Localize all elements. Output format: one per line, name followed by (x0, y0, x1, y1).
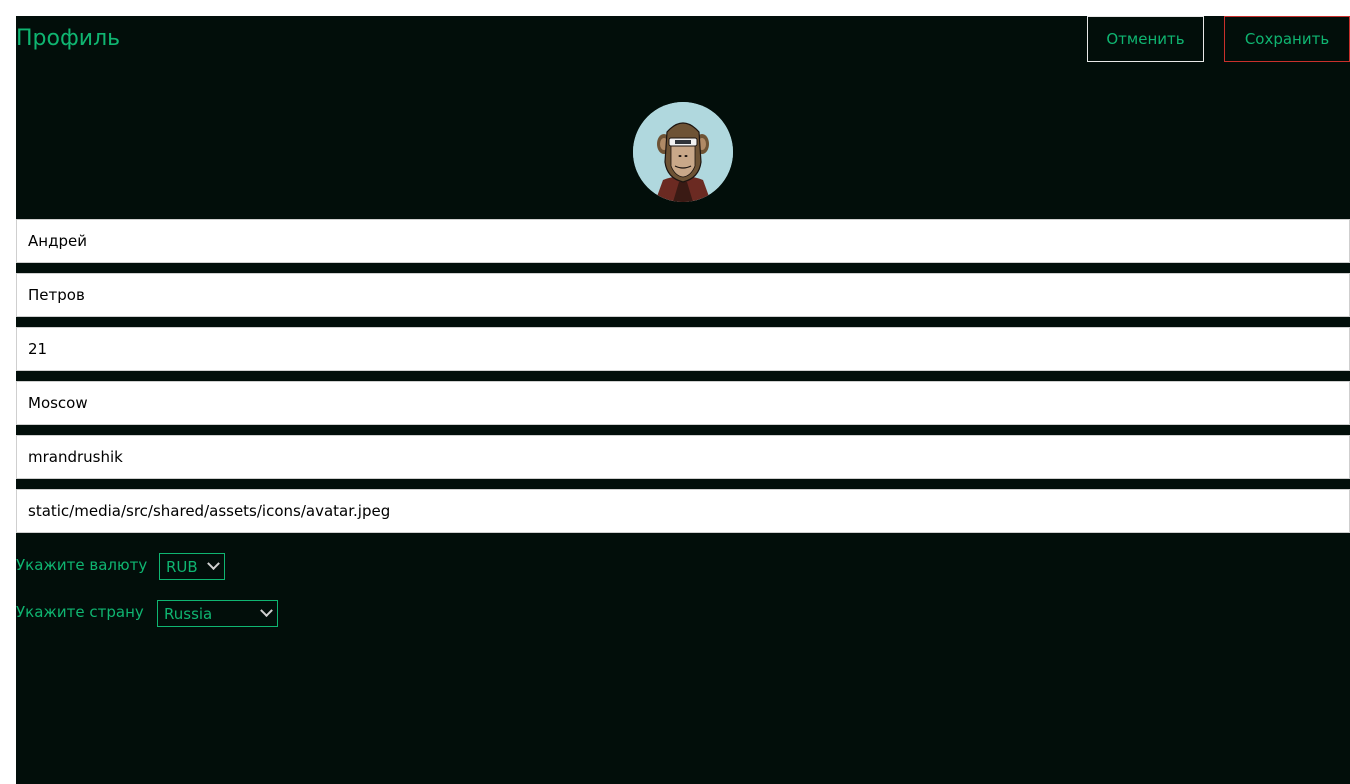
country-label: Укажите страну (16, 603, 144, 621)
cancel-button[interactable]: Отменить (1087, 16, 1204, 62)
chevron-down-icon (207, 557, 220, 571)
currency-label: Укажите валюту (16, 556, 148, 574)
chevron-down-icon (260, 604, 273, 618)
currency-select-value: RUB (166, 557, 198, 576)
first-name-field[interactable] (16, 219, 1350, 263)
city-field[interactable] (16, 381, 1350, 425)
profile-page: Профиль Отменить Сохранить Андрей Петров… (16, 16, 1350, 784)
country-select[interactable]: Russia (157, 600, 278, 627)
ape-avatar-image (633, 102, 733, 202)
age-field[interactable] (16, 327, 1350, 371)
currency-select[interactable]: RUB (159, 553, 225, 580)
country-select-value: Russia (164, 604, 213, 623)
last-name-field[interactable] (16, 273, 1350, 317)
username-field[interactable] (16, 435, 1350, 479)
save-button[interactable]: Сохранить (1224, 16, 1350, 62)
avatar-url-field[interactable] (16, 489, 1350, 533)
avatar (633, 102, 733, 202)
page-title: Профиль (16, 26, 121, 51)
